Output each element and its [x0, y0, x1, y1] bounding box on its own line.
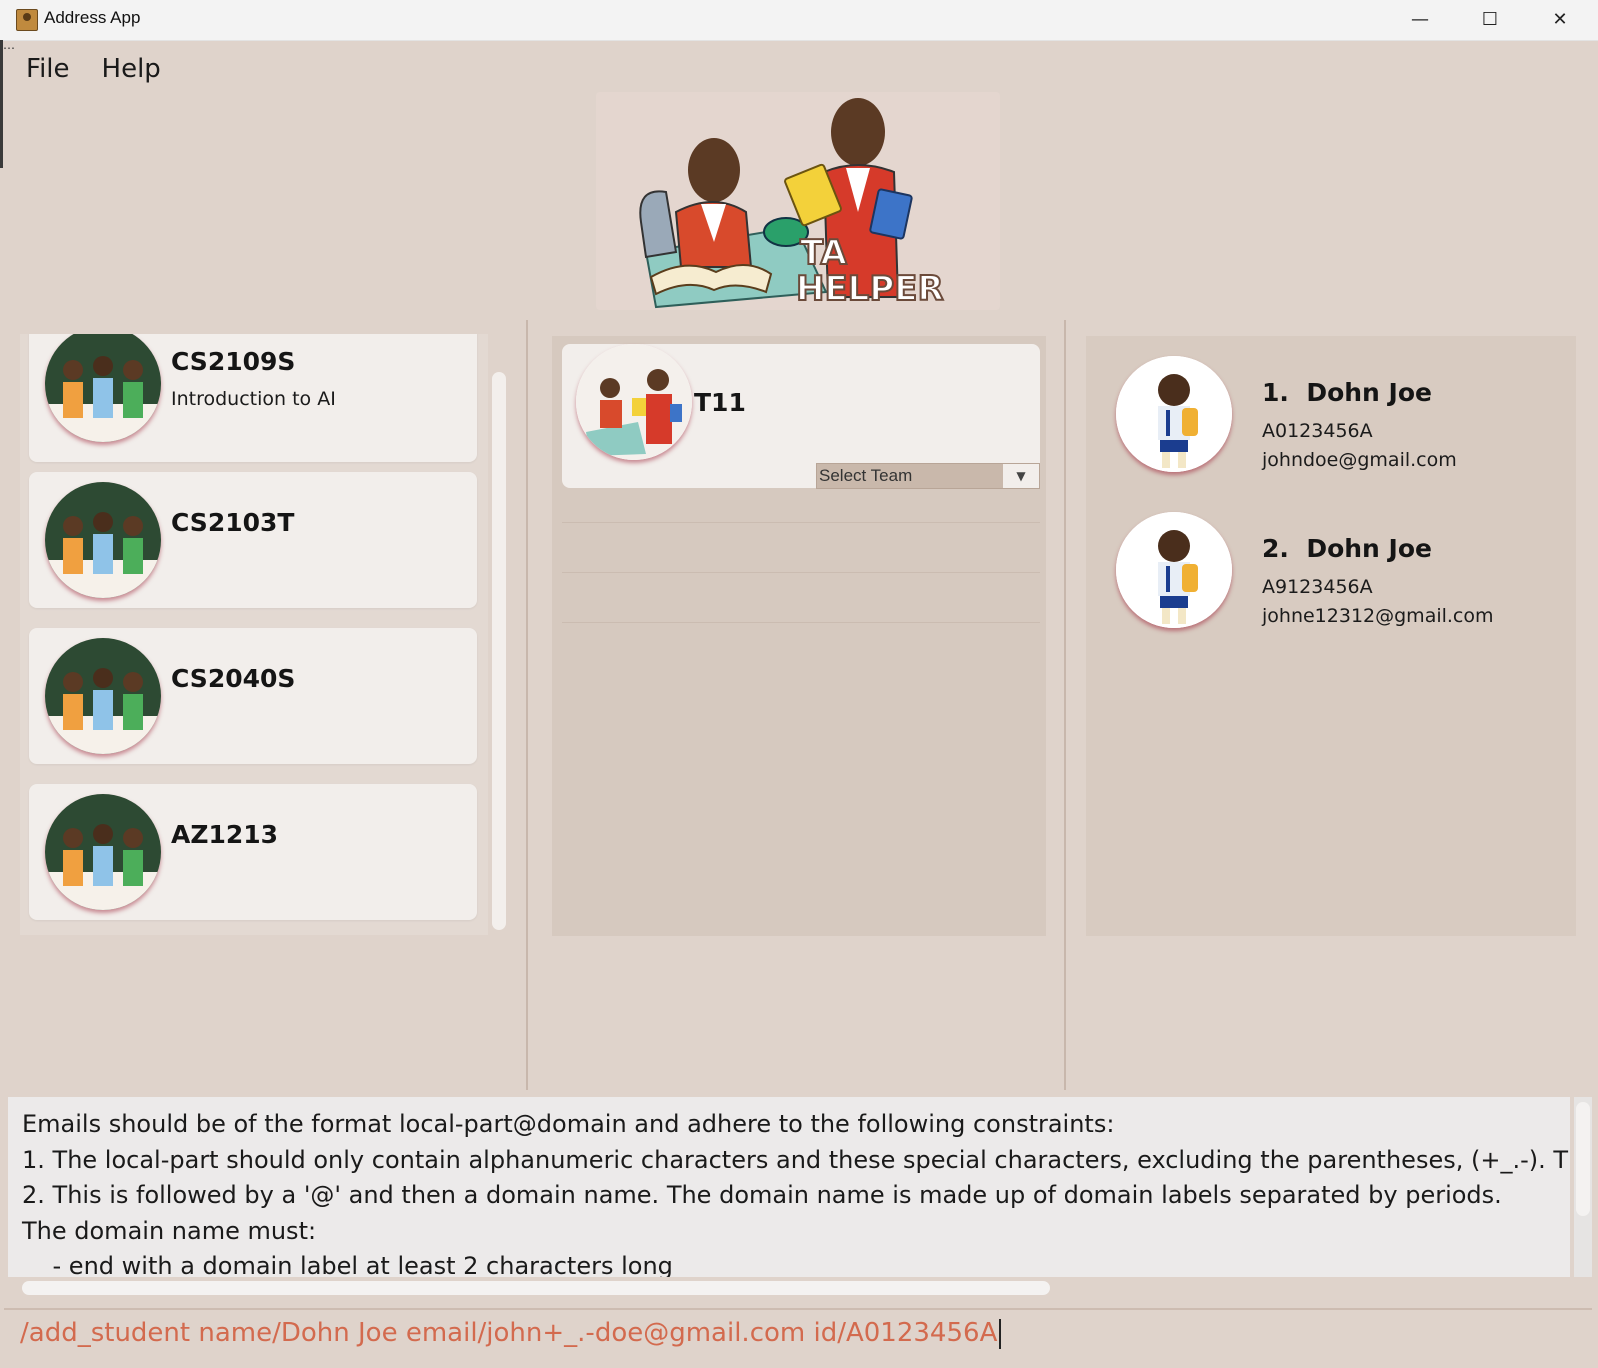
close-icon[interactable]: ✕	[1530, 0, 1590, 38]
window-titlebar: Address App — ☐ ✕	[0, 0, 1598, 41]
list-row-divider	[562, 622, 1040, 623]
student-email: johne12312@gmail.com	[1262, 605, 1494, 627]
tutorial-avatar	[576, 344, 692, 460]
student-name: 2. Dohn Joe	[1262, 534, 1432, 563]
student-name: 1. Dohn Joe	[1262, 378, 1432, 407]
course-code: CS2103T	[171, 508, 295, 537]
menu-help[interactable]: Help	[86, 50, 177, 90]
menu-file[interactable]: File	[10, 50, 86, 90]
student-avatar	[1116, 512, 1232, 628]
column-divider[interactable]	[526, 320, 528, 1090]
course-card[interactable]: CS2040S	[29, 628, 477, 764]
course-avatar	[45, 334, 161, 442]
course-card[interactable]: CS2109S Introduction to AI	[29, 334, 477, 462]
command-input[interactable]: /add_student name/Dohn Joe email/john+_.…	[4, 1308, 1592, 1364]
window-edge	[0, 40, 3, 168]
course-list: CS2109S Introduction to AI CS2103T CS204…	[20, 334, 488, 935]
menu-bar: File Help	[10, 50, 177, 90]
maximize-icon[interactable]: ☐	[1460, 0, 1520, 38]
column-divider[interactable]	[1064, 320, 1066, 1090]
course-code: CS2109S	[171, 347, 296, 376]
command-input-value: /add_student name/Dohn Joe email/john+_.…	[20, 1318, 1002, 1349]
student-email: johndoe@gmail.com	[1262, 449, 1457, 471]
course-name: Introduction to AI	[171, 388, 336, 410]
course-avatar	[45, 638, 161, 754]
result-display[interactable]: Emails should be of the format local-par…	[8, 1097, 1570, 1277]
course-list-scrollbar[interactable]	[492, 372, 506, 930]
logo-text-helper: HELPER	[796, 269, 944, 309]
result-horizontal-scrollbar[interactable]	[22, 1281, 1050, 1295]
course-code: AZ1213	[171, 820, 279, 849]
course-avatar	[45, 794, 161, 910]
student-avatar	[1116, 356, 1232, 472]
course-card[interactable]: CS2103T	[29, 472, 477, 608]
tutorial-name: T11	[694, 388, 746, 417]
list-row-divider	[562, 522, 1040, 523]
logo-illustration: TA HELPER	[639, 98, 945, 310]
course-card[interactable]: AZ1213	[29, 784, 477, 920]
list-row-divider	[562, 572, 1040, 573]
student-id: A0123456A	[1262, 420, 1373, 442]
result-vertical-scroll-thumb[interactable]	[1576, 1102, 1590, 1216]
course-code: CS2040S	[171, 664, 296, 693]
chevron-down-icon[interactable]: ▼	[1003, 464, 1039, 488]
result-message: Emails should be of the format local-par…	[22, 1110, 1570, 1277]
app-icon	[16, 9, 38, 31]
window-title: Address App	[44, 8, 141, 27]
student-id: A9123456A	[1262, 576, 1373, 598]
minimize-icon[interactable]: —	[1390, 0, 1450, 38]
course-avatar	[45, 482, 161, 598]
student-list: 1. Dohn Joe A0123456A johndoe@gmail.com …	[1086, 336, 1576, 936]
team-select-label: Select Team	[819, 466, 913, 485]
text-caret	[999, 1318, 1002, 1349]
ta-helper-logo: TA HELPER	[596, 92, 1000, 310]
team-select[interactable]: Select Team ▼	[816, 463, 1040, 489]
tutorial-panel: T11 Select Team ▼	[552, 336, 1046, 936]
logo-text-ta: TA	[800, 233, 848, 273]
tutorial-card[interactable]: T11 Select Team ▼	[562, 344, 1040, 489]
